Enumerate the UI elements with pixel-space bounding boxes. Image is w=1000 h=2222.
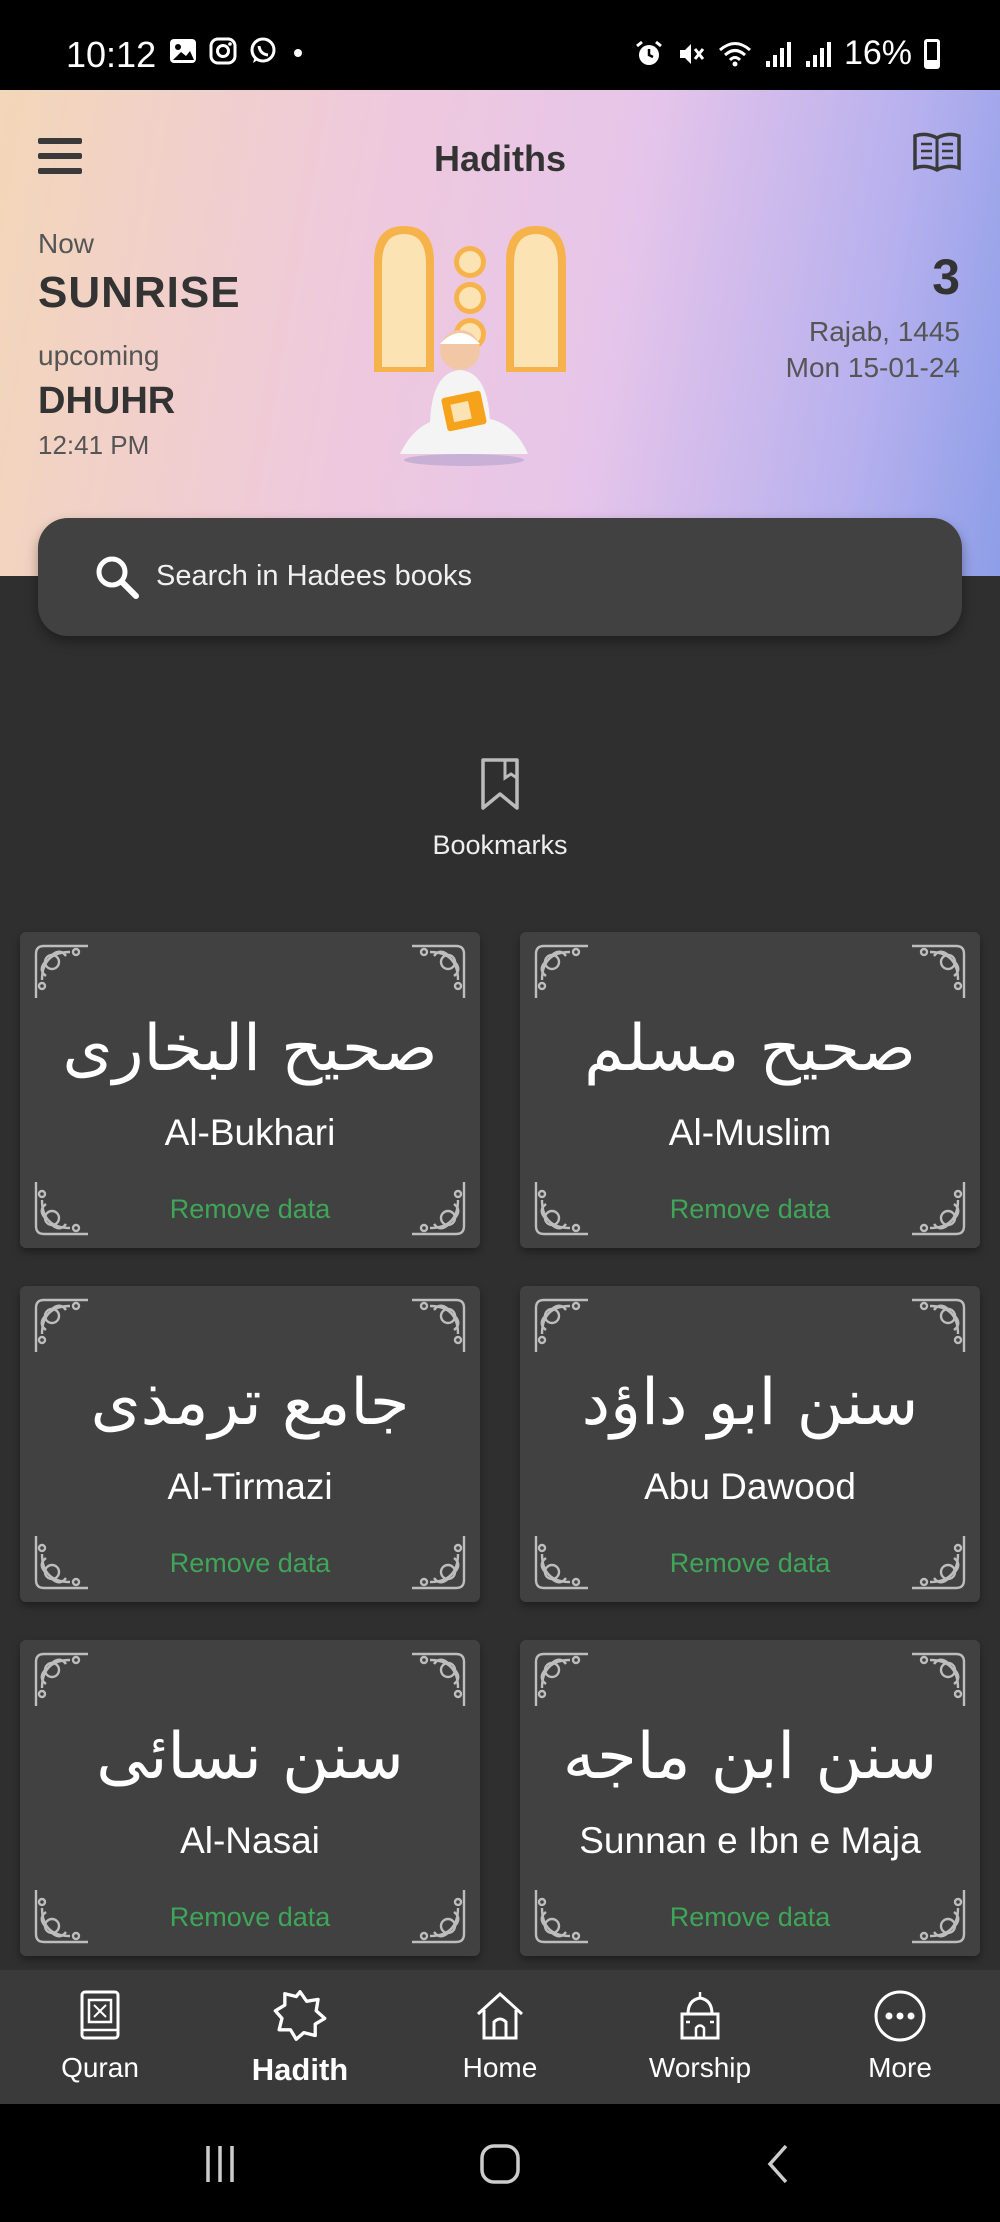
ornament-corner-icon — [30, 1648, 94, 1712]
prayer-upcoming-time: 12:41 PM — [38, 430, 150, 460]
page-title: Hadiths — [433, 138, 566, 179]
nav-quran[interactable]: Quran — [0, 1970, 200, 2104]
system-navigation-bar — [0, 2104, 1000, 2222]
remove-data-button[interactable]: Remove data — [520, 1902, 980, 1933]
search-icon — [96, 556, 139, 599]
status-right: 16% — [634, 34, 940, 73]
nav-label: Quran — [61, 2052, 139, 2083]
book-card[interactable]: سنن ابو داؤد Abu Dawood Remove data — [520, 1286, 980, 1602]
book-arabic-title: صحیح البخاری — [62, 1012, 438, 1086]
search-input[interactable]: Search in Hadees books — [38, 518, 962, 636]
battery-percent: 16% — [843, 34, 912, 72]
status-time: 10:12 — [66, 34, 157, 75]
nav-label: Hadith — [251, 2052, 349, 2087]
ornament-corner-icon — [530, 940, 594, 1004]
book-arabic-title: جامع ترمذی — [90, 1366, 410, 1440]
header-banner: Hadiths Now SUNRISE upcoming DHUHR 12:41… — [0, 90, 1000, 576]
bookmarks-label: Bookmarks — [432, 830, 568, 860]
book-name: Al-Nasai — [180, 1820, 320, 1861]
book-card[interactable]: صحیح مسلم Al-Muslim Remove data — [520, 932, 980, 1248]
mute-icon — [679, 43, 705, 64]
nav-more[interactable]: More — [800, 1970, 1000, 2104]
open-book-icon[interactable] — [912, 130, 962, 174]
hijri-month-year: Rajab, 1445 — [808, 316, 960, 347]
book-arabic-title: سنن ابو داؤد — [581, 1366, 919, 1440]
more-dots-icon — [874, 1990, 926, 2042]
book-card[interactable]: سنن نسائی Al-Nasai Remove data — [20, 1640, 480, 1956]
remove-data-button[interactable]: Remove data — [20, 1548, 480, 1579]
nav-worship[interactable]: Worship — [600, 1970, 800, 2104]
search-placeholder: Search in Hadees books — [156, 560, 472, 592]
nav-hadith[interactable]: Hadith — [200, 1970, 400, 2104]
status-bar: 10:12 16% — [0, 0, 1000, 90]
house-icon — [476, 1991, 524, 2040]
hijri-day: 3 — [932, 249, 960, 305]
mosque-icon — [680, 1992, 720, 2040]
battery-icon — [924, 38, 940, 69]
book-arabic-title: سنن ابن ماجه — [562, 1720, 938, 1794]
wifi-icon — [718, 41, 751, 66]
whatsapp-icon — [250, 37, 276, 63]
book-name: Abu Dawood — [644, 1466, 856, 1507]
nav-label: More — [868, 2052, 932, 2083]
bookmarks-button[interactable]: Bookmarks — [400, 756, 600, 876]
book-name: Al-Bukhari — [164, 1112, 336, 1153]
quran-book-icon — [80, 1990, 120, 2040]
recent-apps-icon[interactable] — [190, 2134, 250, 2194]
ornament-corner-icon — [30, 1294, 94, 1358]
book-card[interactable]: صحیح البخاری Al-Bukhari Remove data — [20, 932, 480, 1248]
ornament-corner-icon — [30, 940, 94, 1004]
gallery-icon — [170, 39, 196, 63]
book-card[interactable]: سنن ابن ماجه Sunnan e Ibn e Maja Remove da… — [520, 1640, 980, 1956]
reader-illustration — [374, 226, 566, 466]
ornament-corner-icon — [530, 1294, 594, 1358]
prayer-now-label: Now — [38, 228, 95, 259]
prayer-now-name: SUNRISE — [38, 268, 241, 317]
prayer-upcoming-label: upcoming — [38, 340, 160, 371]
instagram-icon — [209, 37, 237, 65]
nav-label: Home — [462, 2052, 538, 2083]
dot-icon — [294, 49, 302, 57]
remove-data-button[interactable]: Remove data — [20, 1194, 480, 1225]
remove-data-button[interactable]: Remove data — [520, 1548, 980, 1579]
prayer-upcoming-name: DHUHR — [38, 380, 176, 422]
ornament-corner-icon — [406, 1294, 470, 1358]
remove-data-button[interactable]: Remove data — [20, 1902, 480, 1933]
alarm-icon — [636, 40, 662, 65]
ornament-corner-icon — [406, 1648, 470, 1712]
back-icon[interactable] — [750, 2134, 810, 2194]
book-name: Al-Muslim — [668, 1112, 832, 1153]
nav-home[interactable]: Home — [400, 1970, 600, 2104]
signal-icon — [805, 41, 831, 67]
book-arabic-title: صحیح مسلم — [584, 1012, 916, 1086]
ornament-corner-icon — [906, 940, 970, 1004]
remove-data-button[interactable]: Remove data — [520, 1194, 980, 1225]
ornament-corner-icon — [906, 1648, 970, 1712]
octagon-star-icon — [273, 1990, 327, 2041]
bookmark-icon — [481, 758, 519, 810]
nav-label: Worship — [648, 2052, 752, 2083]
notification-icons — [168, 36, 308, 66]
app-screen: 10:12 16% Hadiths Now SUNRISE upcoming D… — [0, 0, 1000, 2222]
book-name: Al-Tirmazi — [167, 1466, 333, 1507]
ornament-corner-icon — [906, 1294, 970, 1358]
ornament-corner-icon — [530, 1648, 594, 1712]
gregorian-date: Mon 15-01-24 — [785, 352, 960, 383]
home-button-icon[interactable] — [470, 2134, 530, 2194]
ornament-corner-icon — [406, 940, 470, 1004]
book-arabic-title: سنن نسائی — [96, 1720, 404, 1794]
book-name: Sunnan e Ibn e Maja — [579, 1820, 921, 1861]
bottom-navigation: Quran Hadith Home Worship More — [0, 1970, 1000, 2104]
signal-icon — [765, 41, 791, 67]
book-card[interactable]: جامع ترمذی Al-Tirmazi Remove data — [20, 1286, 480, 1602]
